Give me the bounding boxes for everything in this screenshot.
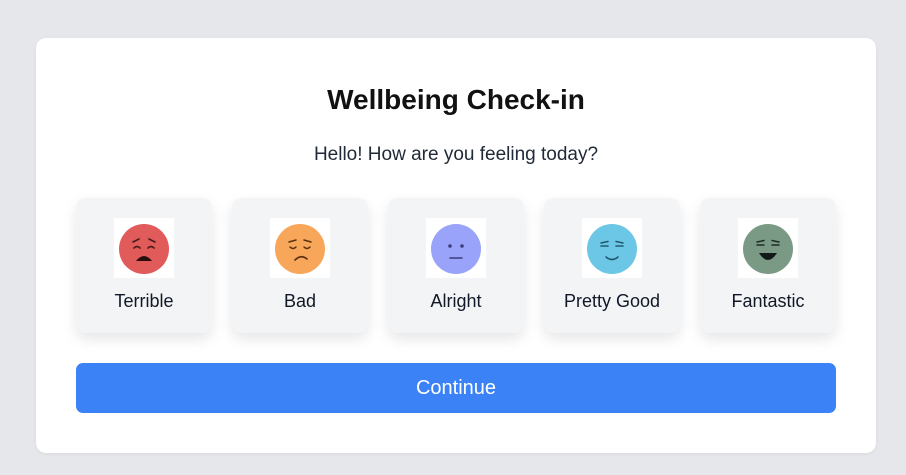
- page-title: Wellbeing Check-in: [327, 84, 585, 115]
- continue-button[interactable]: Continue: [76, 363, 836, 413]
- disappointed-face-icon: [270, 218, 330, 278]
- greeting-text: Hello! How are you feeling today?: [313, 144, 599, 165]
- mood-options: Terrible Bad Alright Pretty Good Fantast…: [76, 198, 836, 333]
- neutral-face-icon: [426, 218, 486, 278]
- grinning-face-icon: [738, 218, 798, 278]
- mood-option-fantastic[interactable]: Fantastic: [700, 198, 836, 333]
- mood-option-terrible[interactable]: Terrible: [76, 198, 212, 333]
- mood-option-alright[interactable]: Alright: [388, 198, 524, 333]
- mood-label: Fantastic: [731, 291, 805, 311]
- mood-label: Terrible: [114, 291, 174, 311]
- mood-option-pretty-good[interactable]: Pretty Good: [544, 198, 680, 333]
- checkin-card: Wellbeing Check-in Hello! How are you fe…: [36, 38, 876, 453]
- miserable-face-icon: [114, 218, 174, 278]
- mood-label: Alright: [430, 291, 482, 311]
- mood-label: Pretty Good: [563, 291, 661, 311]
- mood-label: Bad: [283, 291, 317, 311]
- content-face-icon: [582, 218, 642, 278]
- mood-option-bad[interactable]: Bad: [232, 198, 368, 333]
